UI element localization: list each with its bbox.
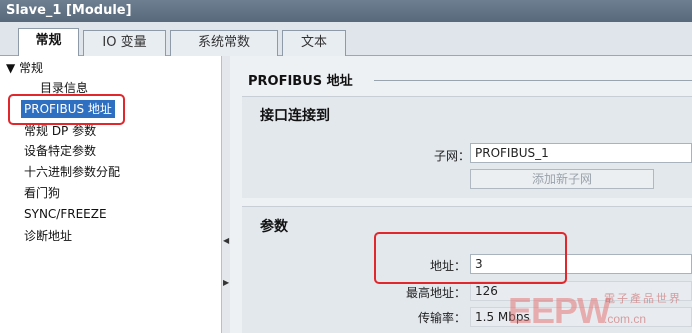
- interface-group-title: 接口连接到: [260, 108, 330, 124]
- section-divider: [374, 80, 692, 81]
- sidebar-item-hex-params[interactable]: 十六进制参数分配: [24, 163, 120, 181]
- window-title: Slave_1 [Module]: [0, 0, 692, 22]
- sidebar-item-watchdog[interactable]: 看门狗: [24, 184, 60, 202]
- params-group-title: 参数: [260, 219, 288, 235]
- tab-general[interactable]: 常规: [18, 28, 79, 57]
- interface-group: 接口连接到 子网： PROFIBUS_1 添加新子网: [242, 96, 692, 198]
- sidebar-item-device-params[interactable]: 设备特定参数: [24, 142, 96, 160]
- collapse-left-icon[interactable]: ◀: [223, 236, 229, 246]
- tab-io-tags[interactable]: IO 变量: [83, 30, 166, 56]
- properties-panel: PROFIBUS 地址 接口连接到 子网： PROFIBUS_1 添加新子网 参…: [232, 56, 692, 333]
- pane-splitter[interactable]: ◀ ▶: [222, 56, 230, 333]
- subnet-select[interactable]: PROFIBUS_1: [470, 143, 692, 163]
- subnet-label: 子网：: [433, 149, 470, 163]
- highlight-box-profibus: [8, 94, 125, 125]
- sidebar-item-sync-freeze[interactable]: SYNC/FREEZE: [24, 205, 107, 223]
- tab-system-constants[interactable]: 系统常数: [170, 30, 278, 56]
- tab-texts[interactable]: 文本: [282, 30, 346, 56]
- sidebar-item-general[interactable]: ▼ 常规: [6, 59, 43, 77]
- expand-right-icon[interactable]: ▶: [223, 278, 229, 288]
- max-address-field: 126: [470, 281, 692, 301]
- max-address-label: 最高地址：: [405, 286, 466, 300]
- section-title: PROFIBUS 地址: [248, 74, 353, 89]
- sidebar-item-diagnostic-address[interactable]: 诊断地址: [24, 227, 72, 245]
- sidebar-nav: ▼ 常规 目录信息 PROFIBUS 地址 常规 DP 参数 设备特定参数 十六…: [0, 56, 222, 333]
- add-subnet-button[interactable]: 添加新子网: [470, 169, 654, 189]
- highlight-box-address: [374, 232, 567, 284]
- tab-bar: 常规 IO 变量 系统常数 文本: [0, 22, 692, 74]
- baud-rate-field: 1.5 Mbps: [470, 307, 692, 327]
- baud-rate-label: 传输率：: [417, 311, 466, 325]
